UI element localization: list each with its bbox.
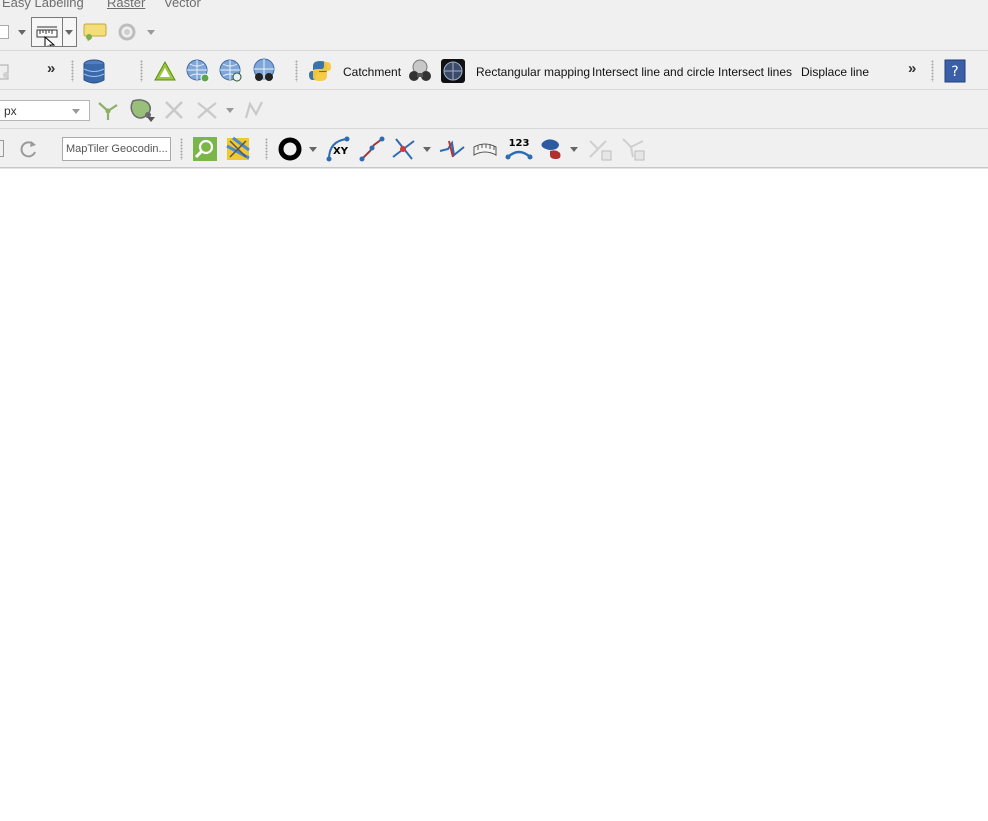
- circle-dropdown-icon[interactable]: [309, 147, 317, 152]
- unit-select-value: px: [4, 104, 17, 118]
- refresh-icon[interactable]: [17, 138, 39, 160]
- intersect-line-and-circle-button[interactable]: Intersect line and circle: [592, 65, 715, 79]
- line-icon[interactable]: [358, 135, 386, 163]
- measure-icon: [36, 26, 58, 52]
- toolbar-row-1: [0, 12, 988, 52]
- catchment-button[interactable]: Catchment: [343, 65, 401, 79]
- menu-raster[interactable]: Raster: [107, 0, 145, 10]
- vertex-dropdown-icon[interactable]: [147, 117, 155, 122]
- measure-button[interactable]: [31, 17, 63, 52]
- ruler-icon[interactable]: [471, 135, 499, 163]
- toolbar-expand-chevron[interactable]: »: [47, 60, 55, 77]
- chevron-down-icon: [72, 109, 80, 114]
- displace-line-button[interactable]: Displace line: [801, 65, 869, 79]
- toolbar-row-4: MapTiler Geocodin... XY 123: [0, 129, 988, 168]
- identify-features-icon[interactable]: [115, 21, 139, 43]
- circle-icon[interactable]: [277, 136, 303, 162]
- help-icon[interactable]: ?: [944, 59, 966, 83]
- intersect-lines-button[interactable]: Intersect lines: [718, 65, 792, 79]
- numbers-label: 123: [509, 138, 530, 149]
- globe-search-icon[interactable]: [218, 58, 244, 84]
- break-line-icon[interactable]: [438, 135, 466, 163]
- menubar: Easy Labeling Raster Vector: [0, 0, 988, 12]
- toolbar-grip[interactable]: [931, 60, 934, 82]
- panel-icon[interactable]: [0, 140, 4, 157]
- number-line-icon[interactable]: 123: [504, 135, 534, 163]
- identify-dropdown-icon[interactable]: [147, 30, 155, 35]
- zoom-search-icon[interactable]: [192, 136, 218, 162]
- geocoding-placeholder: MapTiler Geocodin...: [66, 143, 168, 155]
- menu-easy-labeling[interactable]: Easy Labeling: [2, 0, 84, 10]
- toolbar-grip[interactable]: [295, 60, 298, 82]
- dark-globe-icon[interactable]: [440, 58, 466, 84]
- chevron-down-icon: [65, 30, 73, 35]
- menu-vector[interactable]: Vector: [164, 0, 201, 10]
- map-tips-icon[interactable]: [83, 21, 107, 43]
- add-layer-icon[interactable]: [0, 63, 12, 81]
- snap-icon[interactable]: [96, 98, 120, 122]
- toolbar-grip[interactable]: [71, 60, 74, 82]
- toolbar-grip[interactable]: [180, 138, 183, 160]
- intersect-icon[interactable]: [390, 135, 418, 163]
- xy-label: XY: [333, 146, 349, 157]
- toolbar-grip[interactable]: [140, 60, 143, 82]
- copy-vertex-icon[interactable]: [586, 135, 614, 163]
- python-icon[interactable]: [308, 59, 332, 83]
- cursor-icon: [44, 35, 56, 52]
- menu-raster-label: Raster: [107, 0, 146, 10]
- delete-icon[interactable]: [162, 98, 186, 122]
- intersect-dropdown-icon[interactable]: [423, 147, 431, 152]
- layer-dropdown-icon[interactable]: [18, 30, 26, 35]
- geocoding-search-input[interactable]: MapTiler Geocodin...: [62, 137, 171, 161]
- globe-binoculars-icon[interactable]: [251, 58, 277, 84]
- crosshair-map-icon[interactable]: [225, 136, 251, 162]
- toolbar-row-2: » Catchment Rectangular mapping Intersec…: [0, 51, 988, 90]
- split-dropdown-icon[interactable]: [226, 108, 234, 113]
- layer-icon[interactable]: [0, 25, 9, 39]
- xy-curve-icon[interactable]: XY: [325, 135, 353, 163]
- node-branch-icon[interactable]: [619, 135, 647, 163]
- database-icon[interactable]: [82, 59, 106, 85]
- rectangular-mapping-button[interactable]: Rectangular mapping: [476, 65, 590, 79]
- blob-icon[interactable]: [538, 135, 566, 163]
- toolbar-grip[interactable]: [265, 138, 268, 160]
- toolbar-row-3: px: [0, 90, 988, 129]
- unit-select[interactable]: px: [0, 100, 90, 121]
- measure-dropdown[interactable]: [63, 17, 77, 47]
- triangle-icon[interactable]: [153, 60, 177, 82]
- reshape-icon[interactable]: [242, 98, 266, 122]
- binoculars-icon[interactable]: [407, 58, 433, 84]
- globe-add-icon[interactable]: [185, 58, 211, 84]
- split-icon[interactable]: [195, 98, 219, 122]
- map-canvas[interactable]: [0, 168, 988, 821]
- svg-text:?: ?: [951, 64, 958, 80]
- blob-dropdown-icon[interactable]: [570, 147, 578, 152]
- toolbar-overflow-chevron[interactable]: »: [908, 60, 916, 77]
